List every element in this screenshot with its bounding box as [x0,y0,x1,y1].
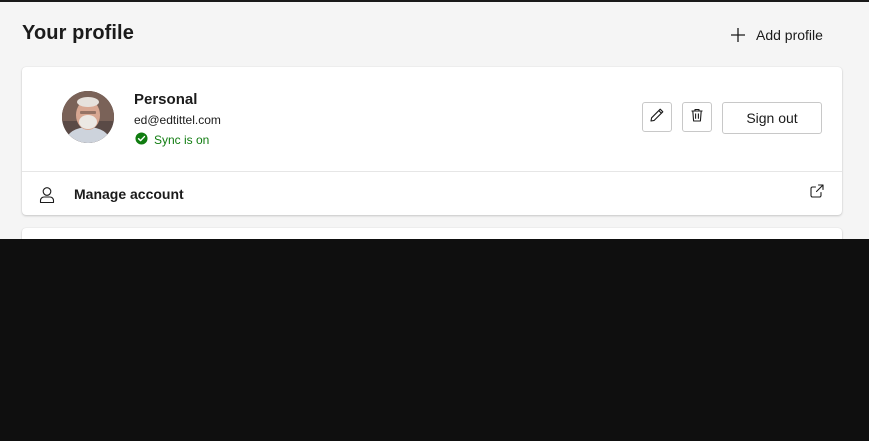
external-link-icon[interactable] [809,183,825,204]
trash-icon [689,107,705,128]
profile-card: Personal ed@edtittel.com Sync is on Sign… [22,67,842,215]
next-settings-card [22,228,842,239]
sign-out-button[interactable]: Sign out [722,102,822,134]
person-icon [39,186,55,209]
avatar [62,91,114,143]
profile-summary: Personal ed@edtittel.com Sync is on Sign… [22,67,842,171]
plus-icon [730,27,746,43]
profile-settings-page: Your profile Add profile Personal ed@edt… [0,2,869,239]
check-circle-icon [135,132,148,148]
manage-account-row[interactable]: Manage account [22,172,842,215]
page-title: Your profile [22,22,134,44]
profile-email: ed@edtittel.com [134,113,221,127]
profile-name: Personal [134,91,198,108]
add-profile-button[interactable]: Add profile [730,22,823,48]
manage-account-label: Manage account [74,186,184,202]
add-profile-label: Add profile [756,27,823,43]
sync-status: Sync is on [135,132,209,148]
edit-profile-button[interactable] [642,102,672,132]
pencil-icon [649,107,665,128]
sync-status-label: Sync is on [154,133,210,147]
delete-profile-button[interactable] [682,102,712,132]
